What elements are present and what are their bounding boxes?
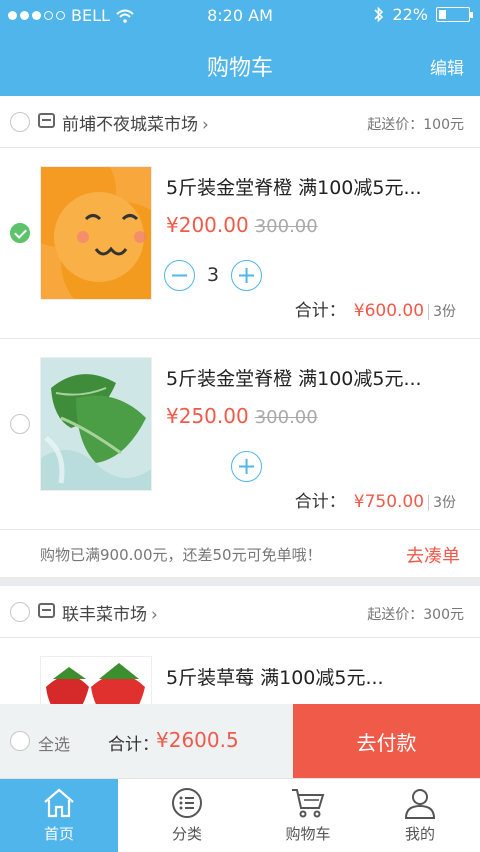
- original-price: 300.00: [254, 407, 318, 428]
- subtotal-amount: ¥750.00: [353, 492, 425, 512]
- quantity-value: 3: [206, 264, 220, 286]
- cart-icon: [292, 789, 325, 818]
- item-count: 3份: [428, 304, 456, 320]
- checkout-bar: 全选 合计： ¥2600.5 去付款: [0, 704, 480, 778]
- item-checkbox[interactable]: [10, 223, 30, 243]
- cart-item: 5斤装金堂脊橙 满100减5元... ¥250.00 300.00 + 合计： ¥7…: [0, 339, 480, 530]
- item-count: 3份: [428, 495, 456, 511]
- total-label: 合计：: [108, 735, 159, 755]
- promo-text: 购物已满900.00元，还差50元可免单哦！: [40, 546, 322, 564]
- quantity-stepper: +: [164, 450, 262, 482]
- pay-button[interactable]: 去付款: [293, 704, 480, 778]
- store-name: 联丰菜市场: [62, 605, 147, 625]
- tab-label: 分类: [171, 825, 202, 843]
- status-bar: BELL 8:20 AM 22%: [0, 0, 480, 32]
- bluetooth-icon: [374, 6, 384, 23]
- store-header: 前埔不夜城菜市场 › 起送价：100元: [0, 96, 480, 148]
- price-value: ¥200.00: [166, 213, 249, 237]
- user-icon: [404, 789, 436, 819]
- product-image-orange[interactable]: [40, 166, 152, 300]
- plus-button[interactable]: +: [231, 259, 262, 291]
- store-icon: [38, 603, 55, 618]
- chevron-right-icon: ›: [202, 115, 209, 135]
- min-order-label: 起送价：100元: [367, 117, 464, 133]
- store-name-link[interactable]: 前埔不夜城菜市场 ›: [62, 110, 209, 135]
- select-all-label[interactable]: 全选: [38, 731, 70, 755]
- battery-percent: 22%: [392, 5, 428, 24]
- plus-button[interactable]: +: [231, 450, 262, 482]
- store-checkbox[interactable]: [10, 112, 30, 132]
- product-title[interactable]: 5斤装草莓 满100减5元...: [166, 663, 384, 690]
- item-subtotal: 合计： ¥750.00 3份: [295, 487, 456, 512]
- cart-item: 5斤装金堂脊橙 满100减5元... ¥200.00 300.00 − 3 + 合…: [0, 148, 480, 339]
- price-value: ¥250.00: [166, 404, 249, 428]
- subtotal-amount: ¥600.00: [353, 301, 425, 321]
- store-name: 前埔不夜城菜市场: [62, 115, 198, 135]
- promo-bar: 购物已满900.00元，还差50元可免单哦！ 去凑单: [0, 530, 480, 578]
- min-order-label: 起送价：300元: [367, 607, 464, 623]
- category-icon: [172, 788, 202, 818]
- battery-icon: [436, 7, 473, 22]
- edit-button[interactable]: 编辑: [430, 54, 464, 79]
- subtotal-label: 合计：: [294, 492, 346, 512]
- cart-item: 5斤装草莓 满100减5元...: [0, 638, 480, 704]
- product-title[interactable]: 5斤装金堂脊橙 满100减5元...: [166, 364, 422, 391]
- product-image-spinach[interactable]: [40, 357, 152, 491]
- item-checkbox[interactable]: [10, 414, 30, 434]
- cart-content[interactable]: 前埔不夜城菜市场 › 起送价：100元 5斤装金堂脊橙 满100减5元... ¥2…: [0, 96, 480, 704]
- tab-cart[interactable]: 购物车: [256, 779, 360, 852]
- product-title[interactable]: 5斤装金堂脊橙 满100减5元...: [166, 173, 422, 200]
- product-image-strawberry[interactable]: [40, 656, 152, 704]
- add-more-link[interactable]: 去凑单: [406, 542, 460, 568]
- status-right: 22%: [374, 5, 473, 24]
- product-price: ¥200.00 300.00: [166, 213, 318, 237]
- select-all-checkbox[interactable]: [10, 731, 30, 751]
- tab-home[interactable]: 首页: [0, 779, 118, 852]
- tab-category[interactable]: 分类: [118, 779, 256, 852]
- tab-label: 首页: [43, 825, 74, 843]
- page-title: 购物车: [206, 56, 273, 81]
- minus-button[interactable]: −: [164, 259, 195, 291]
- store-icon: [38, 113, 55, 128]
- store-name-link[interactable]: 联丰菜市场 ›: [62, 600, 158, 625]
- product-price: ¥250.00 300.00: [166, 404, 318, 428]
- quantity-stepper: − 3 +: [164, 259, 262, 291]
- tab-profile[interactable]: 我的: [360, 779, 480, 852]
- store-checkbox[interactable]: [10, 602, 30, 622]
- total-amount: ¥2600.5: [156, 728, 239, 752]
- store-header: 联丰菜市场 › 起送价：300元: [0, 586, 480, 638]
- home-icon: [44, 788, 74, 818]
- chevron-right-icon: ›: [151, 605, 158, 625]
- tab-bar: 首页 分类 购物车 我的: [0, 778, 480, 852]
- tab-label: 购物车: [285, 825, 331, 843]
- original-price: 300.00: [254, 216, 318, 237]
- item-subtotal: 合计： ¥600.00 3份: [295, 296, 456, 321]
- subtotal-label: 合计：: [294, 301, 346, 321]
- nav-bar: 购物车 编辑: [0, 32, 480, 96]
- tab-label: 我的: [404, 825, 435, 843]
- section-divider: [0, 578, 480, 586]
